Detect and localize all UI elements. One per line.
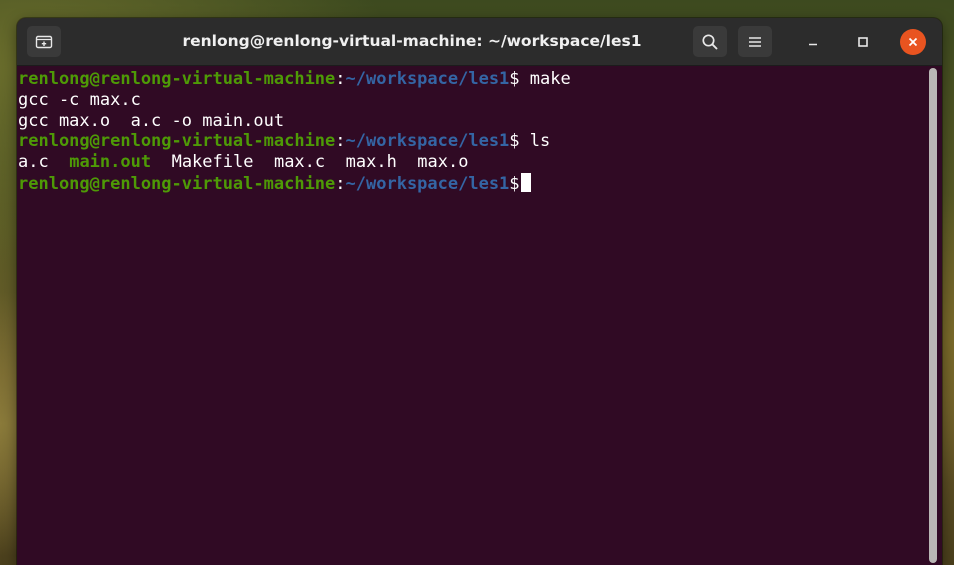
command-text: ls [519, 131, 551, 152]
output-text: gcc -c max.c [18, 89, 141, 110]
terminal-window: renlong@renlong-virtual-machine: ~/works… [17, 18, 942, 565]
text-cursor [520, 172, 531, 192]
new-tab-button[interactable] [27, 26, 61, 57]
prompt-symbol: $ [509, 173, 520, 194]
prompt-colon: : [335, 131, 346, 152]
prompt-path: ~/workspace/les1 [345, 69, 510, 89]
terminal-line: renlong@renlong-virtual-machine:~/worksp… [18, 69, 929, 90]
file-entry: max.c [273, 152, 326, 173]
scrollbar[interactable] [929, 68, 937, 563]
minimize-button[interactable] [800, 29, 826, 55]
prompt-user-host: renlong@renlong-virtual-machine [18, 69, 336, 89]
close-button[interactable] [900, 29, 926, 55]
search-icon [702, 33, 718, 49]
terminal-line: renlong@renlong-virtual-machine:~/worksp… [18, 131, 929, 152]
prompt-user-host: renlong@renlong-virtual-machine [18, 131, 336, 152]
maximize-icon [858, 37, 868, 47]
new-tab-icon [35, 35, 53, 48]
prompt-user-host: renlong@renlong-virtual-machine [18, 173, 336, 194]
file-entry: a.c [18, 152, 49, 173]
search-button[interactable] [693, 26, 727, 57]
prompt-colon: : [335, 69, 346, 89]
hamburger-menu-icon [749, 36, 761, 47]
menu-button[interactable] [738, 26, 772, 57]
file-entry: max.h [345, 152, 397, 173]
file-entry: max.o [417, 152, 469, 173]
close-icon [908, 37, 918, 47]
command-text: make [519, 69, 571, 89]
prompt-path: ~/workspace/les1 [345, 131, 510, 152]
maximize-button[interactable] [850, 29, 876, 55]
prompt-symbol: $ [509, 69, 520, 89]
file-entry: Makefile [171, 152, 254, 173]
window-title: renlong@renlong-virtual-machine: ~/works… [182, 32, 642, 50]
terminal-line: a.c main.out Makefile max.c max.h max.o [18, 152, 929, 173]
prompt-symbol: $ [509, 131, 520, 152]
terminal-line: gcc -c max.c [18, 90, 929, 111]
output-text: gcc max.o a.c -o main.out [18, 110, 285, 131]
title-bar[interactable]: renlong@renlong-virtual-machine: ~/works… [17, 18, 942, 66]
terminal-line: gcc max.o a.c -o main.out [18, 111, 929, 132]
terminal-line: renlong@renlong-virtual-machine:~/worksp… [18, 172, 929, 194]
prompt-colon: : [335, 173, 346, 194]
minimize-icon [809, 43, 817, 46]
prompt-path: ~/workspace/les1 [345, 173, 510, 194]
file-entry-executable: main.out [69, 152, 152, 173]
terminal-output[interactable]: renlong@renlong-virtual-machine:~/worksp… [17, 66, 929, 565]
